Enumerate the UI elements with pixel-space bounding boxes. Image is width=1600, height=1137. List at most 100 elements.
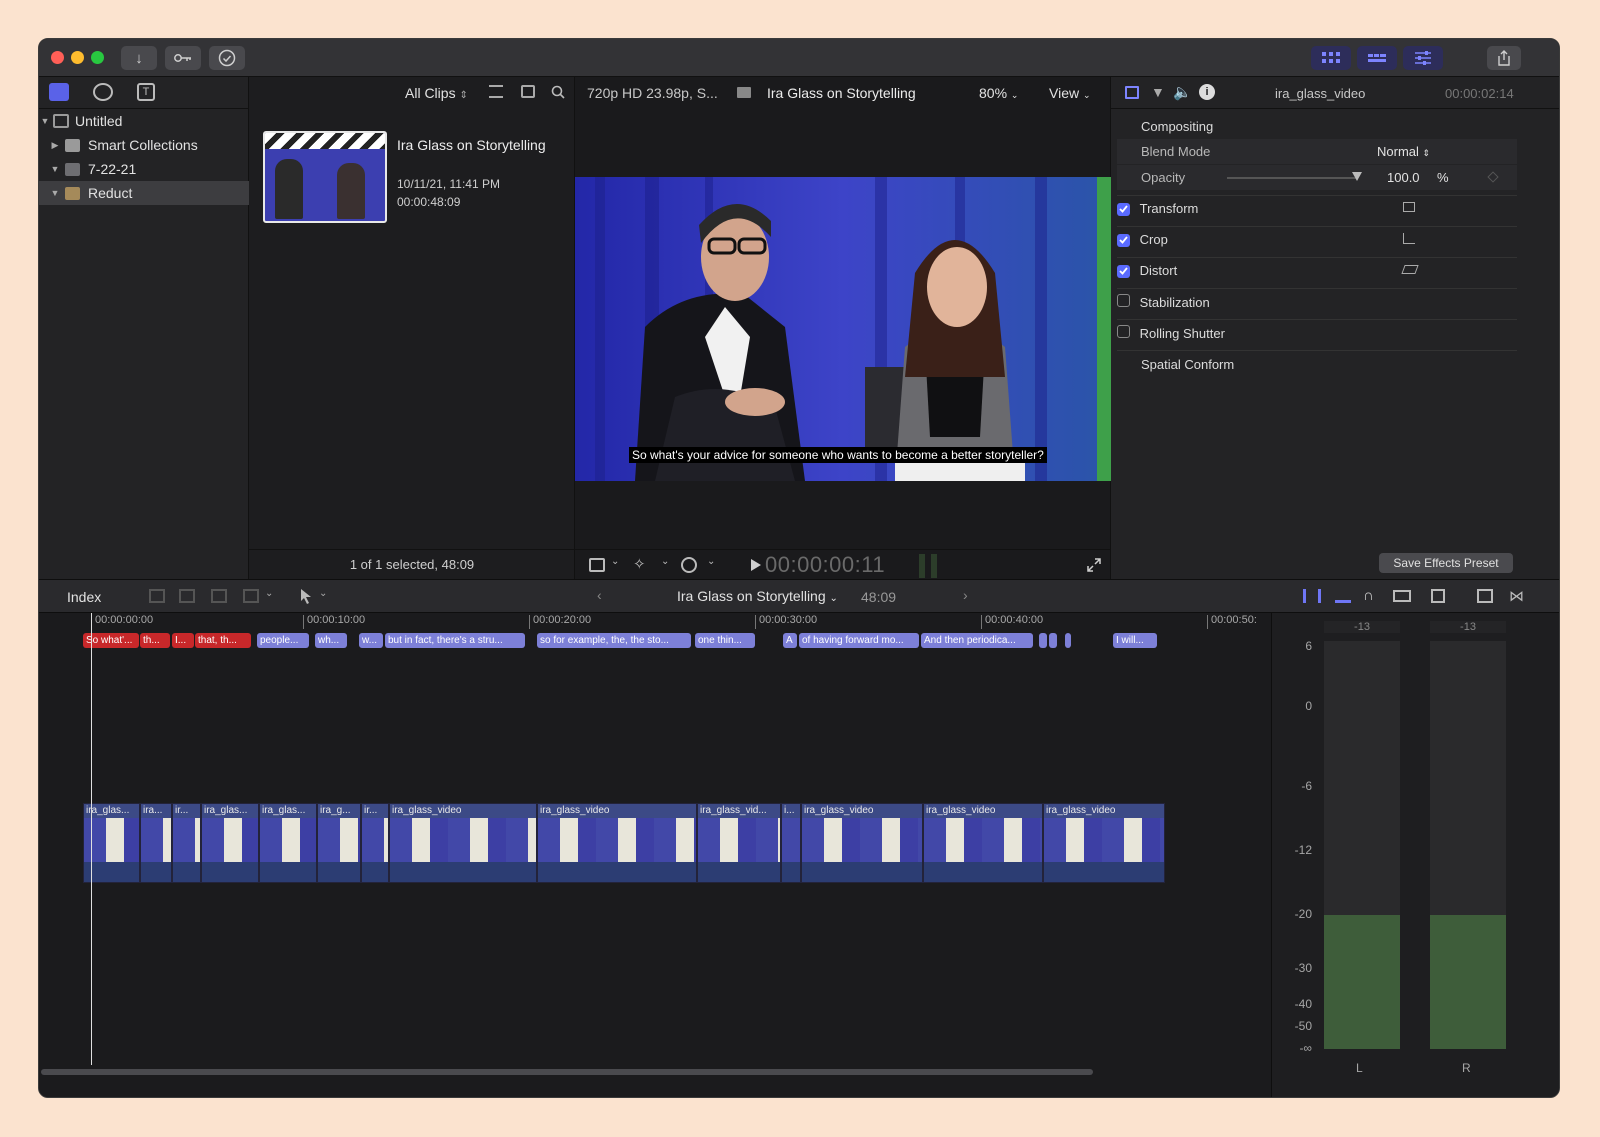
share-button[interactable]	[1487, 46, 1521, 70]
chevron-down-icon[interactable]: ⌄	[707, 556, 715, 567]
audio-skimming-icon[interactable]	[1335, 589, 1351, 603]
chevron-down-icon[interactable]: ⌄	[661, 556, 669, 567]
stabilization-section[interactable]: Stabilization	[1117, 294, 1517, 318]
stabilization-checkbox[interactable]	[1117, 294, 1130, 307]
zoom-menu[interactable]: 80% ⌄	[979, 85, 1018, 101]
import-button[interactable]: ↓	[121, 46, 157, 70]
headphones-icon[interactable]: ∩	[1363, 587, 1374, 604]
connect-clip-icon[interactable]	[149, 589, 165, 603]
filmstrip-view-icon[interactable]	[521, 85, 535, 98]
video-clip[interactable]: ira...	[140, 803, 172, 883]
distort-onscreen-icon[interactable]	[1401, 265, 1419, 274]
video-clip[interactable]: ira_glass_video	[389, 803, 537, 883]
fullscreen-icon[interactable]	[1087, 558, 1101, 572]
disclosure-triangle-icon[interactable]: ▼	[39, 116, 51, 126]
timeline-scrollbar[interactable]	[39, 1067, 1271, 1097]
chevron-down-icon[interactable]: ⌄	[265, 588, 273, 599]
zoom-window-button[interactable]	[91, 51, 104, 64]
caption-clip[interactable]: that, th...	[195, 633, 251, 648]
opacity-slider-knob[interactable]	[1352, 172, 1362, 181]
background-tasks-button[interactable]	[209, 46, 245, 70]
transform-tool-icon[interactable]	[589, 558, 605, 572]
caption-clip[interactable]: people...	[257, 633, 309, 648]
audio-inspector-icon[interactable]: 🔈	[1173, 83, 1192, 101]
crop-checkbox[interactable]	[1117, 233, 1130, 247]
disclosure-triangle-icon[interactable]: ▼	[49, 164, 61, 174]
scrollbar-thumb[interactable]	[41, 1069, 1093, 1075]
caption-clip[interactable]: I will...	[1113, 633, 1157, 648]
crop-section[interactable]: Crop	[1117, 232, 1517, 256]
timecode-display[interactable]: 00:00:00:11	[765, 552, 885, 578]
caption-clip[interactable]: one thin...	[695, 633, 755, 648]
clip-thumbnail[interactable]	[263, 131, 387, 223]
caption-clip[interactable]	[1065, 633, 1071, 648]
insert-clip-icon[interactable]	[179, 589, 195, 603]
photos-audio-icon[interactable]	[93, 83, 113, 101]
caption-clip[interactable]: but in fact, there's a stru...	[385, 633, 525, 648]
keywords-button[interactable]	[165, 46, 201, 70]
show-inspector-button[interactable]	[1403, 46, 1443, 70]
overwrite-clip-icon[interactable]	[243, 589, 259, 603]
video-clip[interactable]: ira_glass_vid...	[697, 803, 781, 883]
caption-clip[interactable]: of having forward mo...	[799, 633, 919, 648]
keyframe-icon[interactable]	[1487, 171, 1499, 183]
timeline-ruler[interactable]: 00:00:00:00 00:00:10:00 00:00:20:00 00:0…	[39, 613, 1271, 631]
crop-onscreen-icon[interactable]	[1403, 233, 1415, 244]
video-clip[interactable]: i...	[781, 803, 801, 883]
transitions-browser-icon[interactable]: ⋈	[1509, 587, 1524, 605]
color-inspector-icon[interactable]: ▼	[1151, 84, 1165, 100]
skimming-icon[interactable]	[1303, 589, 1321, 603]
magic-wand-icon[interactable]: ✧	[633, 555, 646, 573]
opacity-slider[interactable]	[1227, 177, 1357, 179]
caption-clip[interactable]	[1049, 633, 1057, 648]
video-clip[interactable]: ir...	[172, 803, 201, 883]
chevron-down-icon[interactable]: ⌄	[319, 588, 327, 599]
transform-onscreen-icon[interactable]	[1403, 202, 1415, 212]
save-effects-preset-button[interactable]: Save Effects Preset	[1379, 553, 1513, 573]
search-icon[interactable]	[551, 85, 565, 99]
titles-generators-icon[interactable]: T	[137, 83, 155, 101]
caption-clip[interactable]: th...	[140, 633, 170, 648]
caption-clip[interactable]: wh...	[315, 633, 347, 648]
show-browser-button[interactable]	[1311, 46, 1351, 70]
back-arrow-icon[interactable]: ‹	[597, 587, 602, 603]
sidebar-item-event-7-22-21[interactable]: ▼ 7-22-21	[39, 157, 249, 181]
index-button[interactable]: Index	[67, 589, 101, 605]
sidebar-item-smart-collections[interactable]: ▶ Smart Collections	[39, 133, 249, 157]
timeline-area[interactable]: 00:00:00:00 00:00:10:00 00:00:20:00 00:0…	[39, 613, 1271, 1097]
video-clip[interactable]: ira_glass_video	[1043, 803, 1165, 883]
close-window-button[interactable]	[51, 51, 64, 64]
list-view-icon[interactable]	[489, 85, 503, 98]
speed-gauge-icon[interactable]	[681, 557, 697, 573]
transform-section[interactable]: Transform	[1117, 201, 1517, 225]
playhead[interactable]	[91, 613, 92, 1065]
clip-appearance-icon[interactable]	[1431, 589, 1445, 603]
show-timeline-button[interactable]	[1357, 46, 1397, 70]
timeline-project-menu[interactable]: Ira Glass on Storytelling ⌄	[677, 588, 838, 604]
play-icon[interactable]	[751, 559, 761, 571]
caption-clip[interactable]	[1039, 633, 1047, 648]
caption-clip[interactable]: w...	[359, 633, 383, 648]
select-tool-icon[interactable]	[301, 589, 312, 604]
video-inspector-icon[interactable]	[1125, 86, 1139, 99]
distort-checkbox[interactable]	[1117, 264, 1130, 278]
library-untitled[interactable]: ▼ Untitled	[39, 109, 249, 133]
compositing-header[interactable]: Compositing	[1117, 119, 1517, 134]
disclosure-triangle-icon[interactable]: ▼	[49, 188, 61, 198]
video-clip[interactable]: ir...	[361, 803, 389, 883]
rolling-shutter-section[interactable]: Rolling Shutter	[1117, 325, 1517, 349]
video-clip[interactable]: ira_glass_video	[923, 803, 1043, 883]
append-clip-icon[interactable]	[211, 589, 227, 603]
distort-section[interactable]: Distort	[1117, 263, 1517, 287]
clip-filter-menu[interactable]: All Clips ⇕	[405, 85, 468, 101]
caption-clip[interactable]: And then periodica...	[921, 633, 1033, 648]
caption-clip[interactable]: A	[783, 633, 797, 648]
opacity-value[interactable]: 100.0	[1387, 170, 1420, 185]
libraries-icon[interactable]	[49, 83, 69, 101]
transform-checkbox[interactable]	[1117, 202, 1130, 216]
info-inspector-icon[interactable]: i	[1199, 84, 1215, 100]
video-clip[interactable]: ira_glass_video	[801, 803, 923, 883]
caption-clip[interactable]: I...	[172, 633, 194, 648]
sidebar-item-reduct[interactable]: ▼ Reduct	[39, 181, 249, 205]
video-clip[interactable]: ira_glas...	[259, 803, 317, 883]
